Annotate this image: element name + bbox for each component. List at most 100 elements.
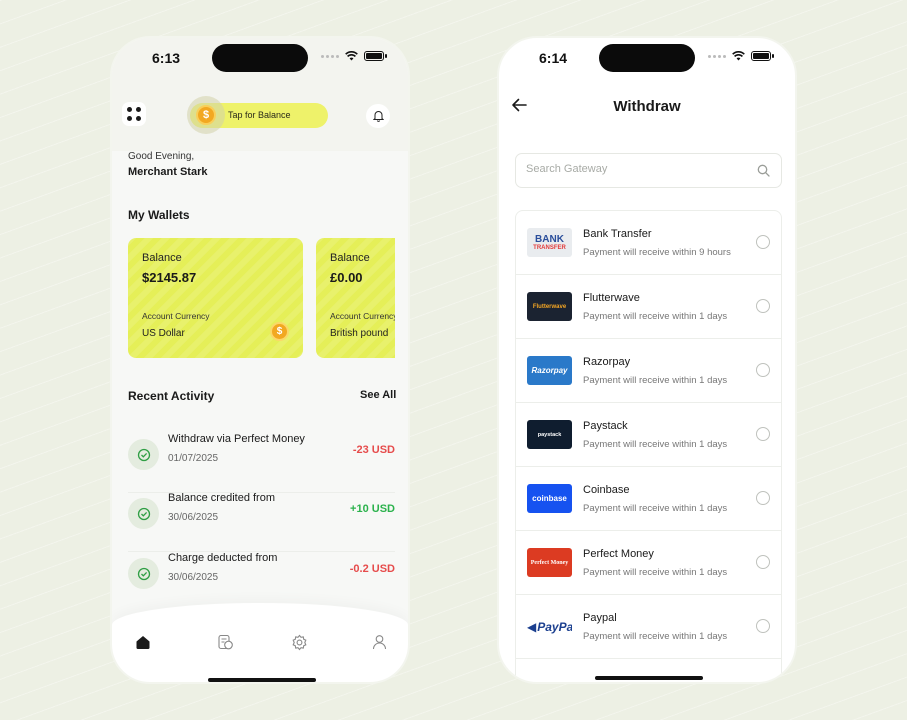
paypal-logo: ◀ PayPa [527,612,572,641]
flutterwave-logo: Flutterwave [527,292,572,321]
nav-settings[interactable] [289,632,309,652]
home-icon [136,635,150,649]
activity-date: 01/07/2025 [168,453,219,464]
dynamic-island [599,44,695,72]
gateway-name: Coinbase [583,484,630,496]
grid-dot [127,107,132,112]
gateway-item-perfect-money[interactable]: Perfect Money Perfect Money Payment will… [516,531,781,595]
bank-transfer-logo: BANK TRANSFER [527,228,572,257]
wallet-balance-amount: £0.00 [330,270,363,285]
wallet-currency: British pound [330,328,389,339]
logo-text: TRANSFER [533,244,566,251]
withdraw-screen: 6:14 Withdraw BANK TRANSFER Bank Transfe… [497,36,797,684]
menu-button[interactable] [122,102,146,126]
wallet-balance-label: Balance [330,252,370,264]
logo-text: BANK [535,233,564,245]
status-time: 6:13 [152,50,181,66]
profile-icon [372,635,386,650]
nav-home[interactable] [133,632,153,652]
dynamic-island [212,44,308,72]
status-bar: 6:14 [499,38,795,82]
razorpay-logo: Razorpay [527,356,572,385]
home-indicator[interactable] [595,676,703,680]
activity-date: 30/06/2025 [168,512,219,523]
gateway-note: Payment will receive within 1 days [583,439,728,450]
activity-item[interactable]: Withdraw via Perfect Money 01/07/2025 -2… [128,433,395,493]
gateway-item-paypal[interactable]: ◀ PayPa Paypal Payment will receive with… [516,595,781,659]
back-button[interactable] [511,98,527,117]
coin-icon-wrap: $ [187,96,225,134]
gateway-name: Paypal [583,612,617,624]
paypal-mark-icon: ◀ [527,619,537,634]
notification-button[interactable] [366,104,390,128]
logo-text: PayPa [537,619,572,634]
gateway-radio[interactable] [756,235,770,249]
home-indicator[interactable] [208,678,316,682]
paystack-logo: paystack [527,420,572,449]
activity-date: 30/06/2025 [168,572,219,583]
bell-icon [372,111,384,122]
grid-dot [136,107,141,112]
status-icons [708,51,774,61]
activity-item[interactable]: Balance credited from 30/06/2025 +10 USD [128,492,395,552]
search-box[interactable] [515,153,782,188]
check-circle-icon [128,498,159,529]
gateway-name: Perfect Money [583,548,654,560]
gateway-note: Payment will receive within 1 days [583,503,728,514]
signal-icon [708,54,726,58]
tap-for-balance-button[interactable]: $ Tap for Balance [187,96,328,134]
bottom-nav [112,603,408,682]
back-arrow-icon [512,98,527,112]
page-title: Withdraw [613,98,681,115]
wallets-carousel[interactable]: Balance $2145.87 Account Currency US Dol… [128,238,395,358]
activity-title: Balance credited from [168,492,275,504]
grid-dot [127,116,132,121]
nav-profile[interactable] [369,632,389,652]
gateway-note: Payment will receive within 1 days [583,567,728,578]
wallet-currency: US Dollar [142,328,185,339]
search-input[interactable] [526,163,746,175]
wallet-balance-amount: $2145.87 [142,270,197,285]
battery-icon [364,51,387,61]
gateway-radio[interactable] [756,427,770,441]
gateway-radio[interactable] [756,299,770,313]
gateway-radio[interactable] [756,363,770,377]
wallets-title: My Wallets [128,208,190,222]
wallet-currency-label: Account Currency [330,311,395,321]
settings-icon [291,634,307,650]
gateway-note: Payment will receive within 1 days [583,631,728,642]
activity-title: Withdraw via Perfect Money [168,433,305,445]
coin-icon: $ [270,322,289,341]
wallet-card-gbp[interactable]: Balance £0.00 Account Currency British p… [316,238,395,358]
gateway-radio[interactable] [756,619,770,633]
activity-amount: -23 USD [352,444,395,456]
coin-icon: $ [196,105,216,125]
balance-pill-label: Tap for Balance [228,110,291,120]
gateway-radio[interactable] [756,491,770,505]
perfect-money-logo: Perfect Money [527,548,572,577]
see-all-link[interactable]: See All [360,389,396,401]
search-icon[interactable] [757,164,770,177]
status-icons [321,51,387,61]
activity-title: Charge deducted from [168,552,278,564]
gateway-note: Payment will receive within 1 days [583,311,728,322]
gateway-note: Payment will receive within 1 days [583,375,728,386]
gateway-name: Paystack [583,420,628,432]
gateway-item-flutterwave[interactable]: Flutterwave Flutterwave Payment will rec… [516,275,781,339]
nav-transactions[interactable] [215,632,235,652]
gateway-item-coinbase[interactable]: coinbase Coinbase Payment will receive w… [516,467,781,531]
gateway-radio[interactable] [756,555,770,569]
gateway-item-paystack[interactable]: paystack Paystack Payment will receive w… [516,403,781,467]
signal-icon [321,54,339,58]
wifi-icon [345,51,358,61]
check-circle-icon [128,558,159,589]
grid-dot [136,116,141,121]
wallet-card-usd[interactable]: Balance $2145.87 Account Currency US Dol… [128,238,303,358]
activity-amount: +10 USD [350,503,395,515]
recent-activity-title: Recent Activity [128,389,215,403]
gateway-name: Bank Transfer [583,228,652,240]
check-circle-icon [128,439,159,470]
battery-icon [751,51,774,61]
gateway-item-bank-transfer[interactable]: BANK TRANSFER Bank Transfer Payment will… [516,211,781,275]
gateway-item-razorpay[interactable]: Razorpay Razorpay Payment will receive w… [516,339,781,403]
